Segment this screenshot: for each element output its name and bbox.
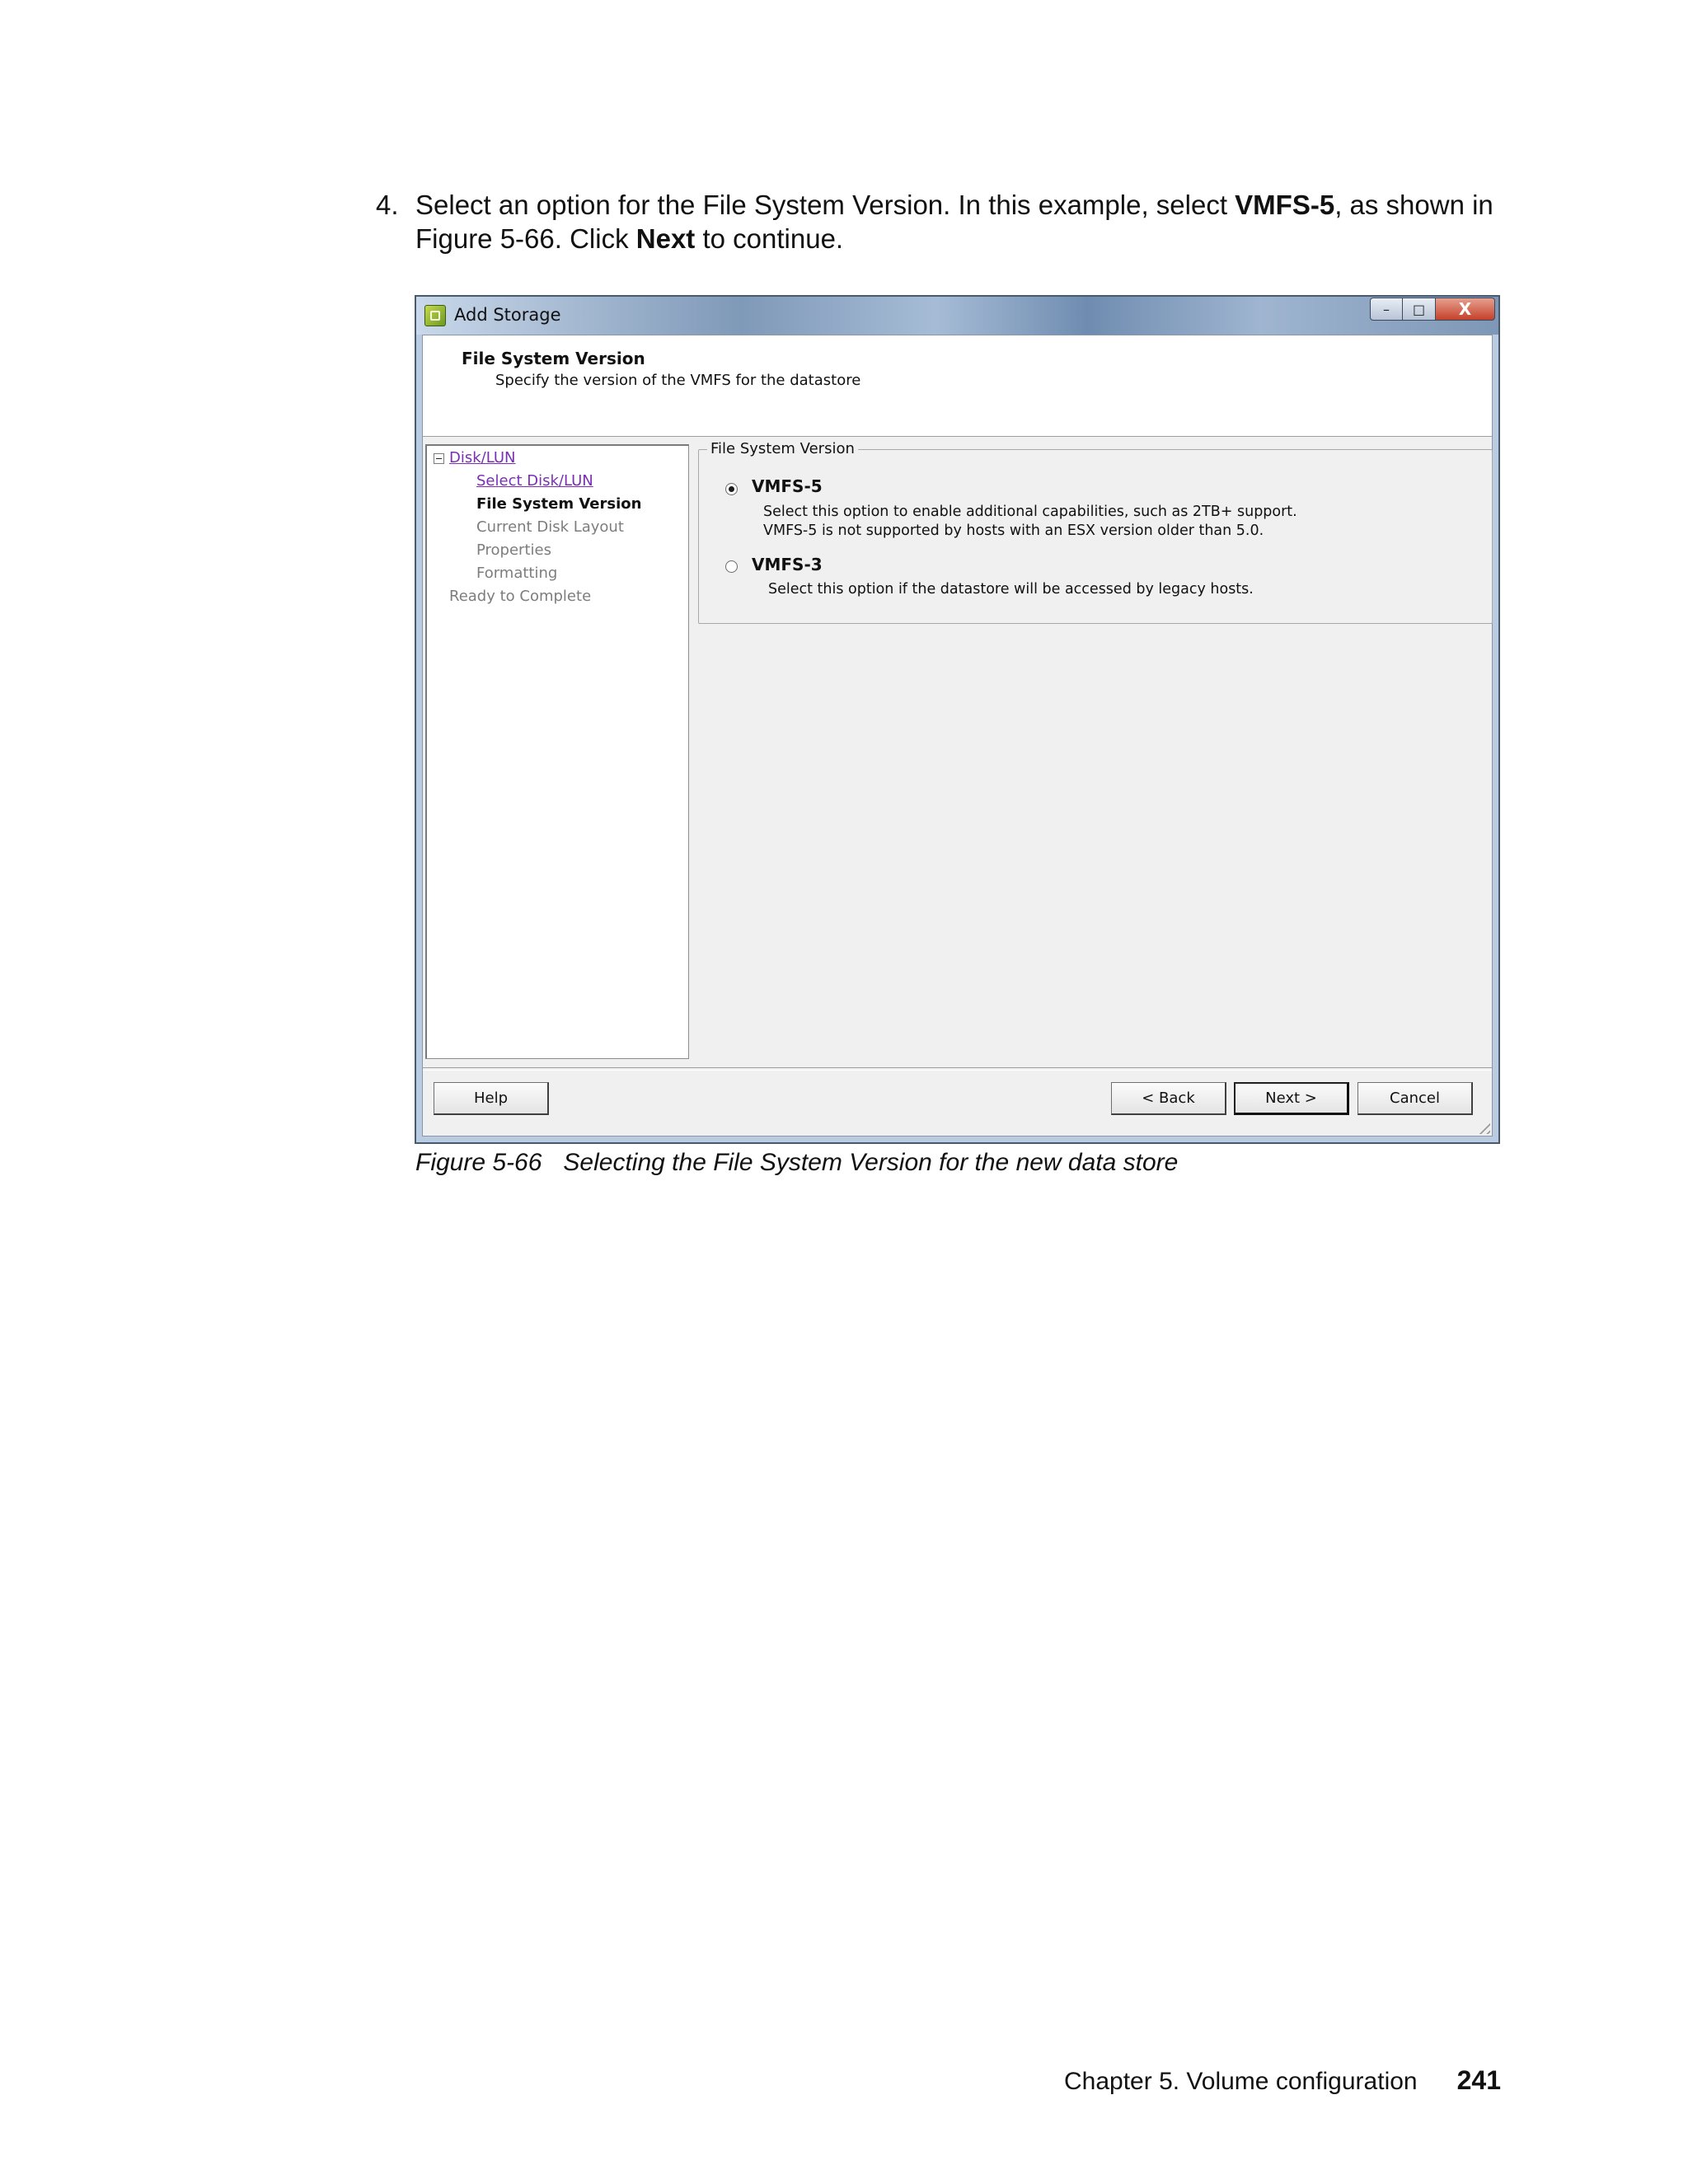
vmfs3-description: Select this option if the datastore will… <box>768 581 1254 598</box>
step-instruction: 4. Select an option for the File System … <box>376 188 1513 255</box>
next-button[interactable]: Next > <box>1234 1082 1349 1115</box>
minimize-button[interactable]: – <box>1370 298 1403 321</box>
step-emphasis-next: Next <box>635 223 696 254</box>
step-text: Figure 5-66. Click <box>415 223 636 254</box>
dialog-client-area: File System Version Specify the version … <box>422 335 1493 1137</box>
vmfs5-radio[interactable] <box>725 483 738 495</box>
nav-item-file-system-version: File System Version <box>476 495 642 513</box>
help-button[interactable]: Help <box>434 1082 549 1115</box>
wizard-header: File System Version Specify the version … <box>423 335 1492 437</box>
chapter-title: Chapter 5. Volume configuration <box>1064 2068 1418 2095</box>
close-button[interactable]: X <box>1436 298 1495 321</box>
vmfs5-description-1: Select this option to enable additional … <box>763 504 1297 520</box>
page-number: 241 <box>1456 2065 1501 2095</box>
step-text: , as shown in <box>1334 190 1493 220</box>
window-title: Add Storage <box>454 305 561 325</box>
button-bar-divider <box>423 1067 1492 1071</box>
group-legend: File System Version <box>707 440 858 457</box>
vmfs3-label[interactable]: VMFS-3 <box>752 555 823 574</box>
figure-caption-text: Selecting the File System Version for th… <box>563 1149 1179 1176</box>
step-body: Select an option for the File System Ver… <box>415 188 1513 255</box>
app-icon <box>424 305 446 326</box>
nav-item-properties: Properties <box>476 541 551 559</box>
nav-item-formatting: Formatting <box>476 565 558 582</box>
maximize-icon: □ <box>1412 301 1426 317</box>
vmfs5-description-2: VMFS-5 is not supported by hosts with an… <box>763 523 1264 539</box>
step-number: 4. <box>376 190 399 220</box>
minimize-icon: – <box>1383 301 1390 317</box>
figure-caption: Figure 5-66 Selecting the File System Ver… <box>415 1149 1178 1177</box>
step-emphasis-vmfs5: VMFS-5 <box>1235 190 1335 220</box>
wizard-page-title: File System Version <box>462 349 645 368</box>
wizard-page-subtitle: Specify the version of the VMFS for the … <box>495 372 861 389</box>
close-icon: X <box>1458 299 1472 319</box>
window-controls: – □ X <box>1370 298 1495 321</box>
vmfs5-label[interactable]: VMFS-5 <box>752 476 823 496</box>
nav-item-ready-to-complete: Ready to Complete <box>449 588 592 605</box>
cancel-button[interactable]: Cancel <box>1357 1082 1473 1115</box>
back-button[interactable]: < Back <box>1111 1082 1226 1115</box>
figure-label: Figure 5-66 <box>415 1149 542 1176</box>
wizard-nav-panel: Disk/LUN Select Disk/LUN File System Ver… <box>425 444 689 1059</box>
window-titlebar[interactable]: Add Storage – □ X <box>416 297 1498 335</box>
nav-item-select-disk-lun[interactable]: Select Disk/LUN <box>476 472 593 490</box>
add-storage-window: Add Storage – □ X File System Version Sp… <box>415 295 1500 1144</box>
page-footer: Chapter 5. Volume configuration 241 <box>1064 2065 1501 2096</box>
collapse-icon[interactable] <box>434 453 444 464</box>
vmfs3-radio[interactable] <box>725 560 738 573</box>
step-text: Select an option for the File System Ver… <box>415 190 1236 220</box>
resize-grip-icon[interactable] <box>1475 1119 1490 1134</box>
nav-item-current-disk-layout: Current Disk Layout <box>476 518 624 536</box>
nav-item-disk-lun[interactable]: Disk/LUN <box>449 449 516 466</box>
step-text: to continue. <box>695 223 844 254</box>
file-system-version-group: File System Version VMFS-5 Select this o… <box>698 440 1493 624</box>
maximize-button[interactable]: □ <box>1403 298 1436 321</box>
